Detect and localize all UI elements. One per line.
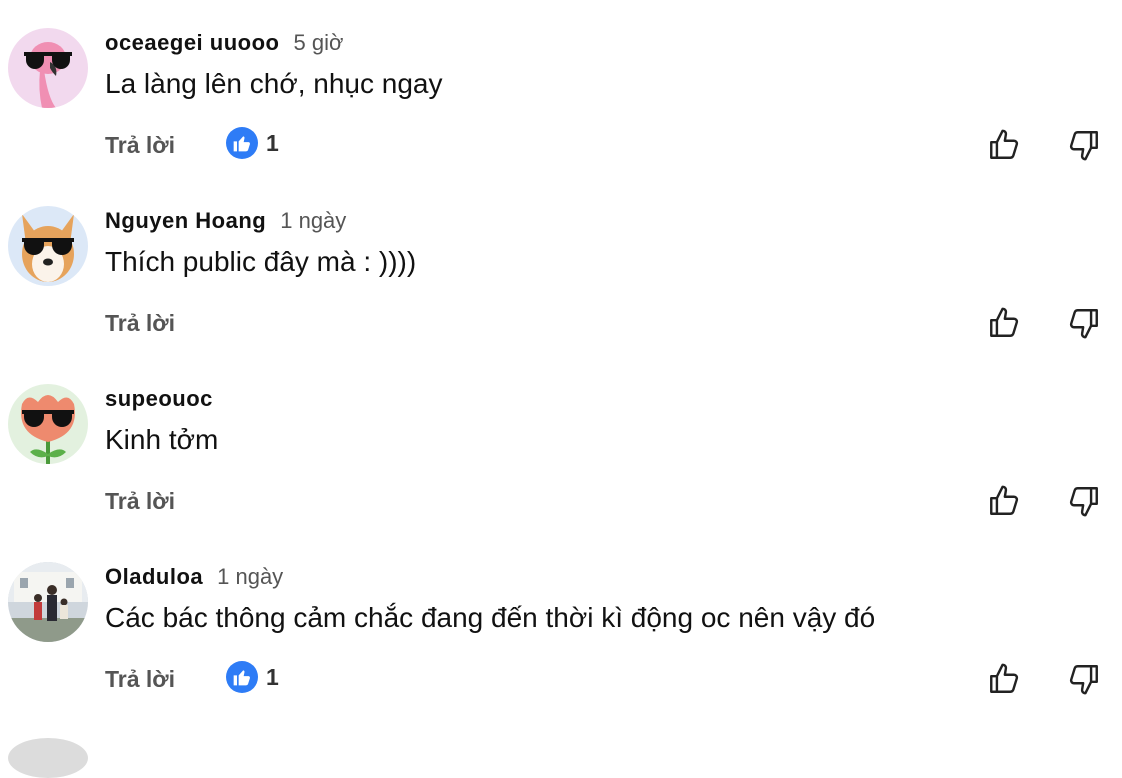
comment-text: Các bác thông cảm chắc đang đến thời kì … (105, 602, 876, 633)
comment-text: Kinh tởm (105, 424, 219, 455)
thumbs-down-icon[interactable] (1065, 126, 1103, 164)
thumbs-down-icon[interactable] (1065, 482, 1103, 520)
comment-time: 1 ngày (217, 564, 284, 589)
flamingo-sunglasses-avatar[interactable] (8, 28, 88, 108)
comment-item: Nguyen Hoang 1 ngày Thích public đây mà :… (0, 206, 1122, 384)
comment-time: 5 giờ (293, 30, 344, 55)
thumbs-down-icon[interactable] (1065, 304, 1103, 342)
comment-meta: oceaegei uuooo 5 giờ (105, 30, 343, 56)
reply-button[interactable]: Trả lời (105, 488, 175, 515)
comment-item: oceaegei uuooo 5 giờ La làng lên chớ, nhụ… (0, 28, 1122, 206)
like-count: 1 (266, 129, 279, 156)
reply-button[interactable]: Trả lời (105, 666, 175, 693)
comment-time: 1 ngày (280, 208, 347, 233)
thumbs-down-icon[interactable] (1065, 660, 1103, 698)
thumbs-up-icon[interactable] (985, 304, 1023, 342)
like-badge-icon (226, 127, 258, 159)
comment-text: Thích public đây mà : )))) (105, 246, 417, 277)
reply-button[interactable]: Trả lời (105, 310, 175, 337)
thumbs-up-icon[interactable] (985, 126, 1023, 164)
next-comment-avatar-peek (8, 738, 88, 778)
author-name[interactable]: supeouoc (105, 386, 213, 411)
thumbs-up-icon[interactable] (985, 482, 1023, 520)
reply-button[interactable]: Trả lời (105, 132, 175, 159)
family-photo-avatar[interactable] (8, 562, 88, 642)
comment-item: supeouoc Kinh tởm Trả lời (0, 384, 1122, 562)
like-summary[interactable]: 1 (226, 127, 279, 159)
comment-meta: Nguyen Hoang 1 ngày (105, 208, 346, 234)
comment-item: Oladuloa 1 ngày Các bác thông cảm chắc đa… (0, 562, 1122, 740)
comment-text: La làng lên chớ, nhục ngay (105, 68, 443, 99)
thumbs-up-icon[interactable] (985, 660, 1023, 698)
comment-meta: Oladuloa 1 ngày (105, 564, 283, 590)
like-count: 1 (266, 663, 279, 690)
like-badge-icon (226, 661, 258, 693)
author-name[interactable]: oceaegei uuooo (105, 30, 279, 55)
dog-sunglasses-avatar[interactable] (8, 206, 88, 286)
author-name[interactable]: Oladuloa (105, 564, 203, 589)
author-name[interactable]: Nguyen Hoang (105, 208, 266, 233)
comment-meta: supeouoc (105, 386, 227, 412)
flower-sunglasses-avatar[interactable] (8, 384, 88, 464)
like-summary[interactable]: 1 (226, 661, 279, 693)
